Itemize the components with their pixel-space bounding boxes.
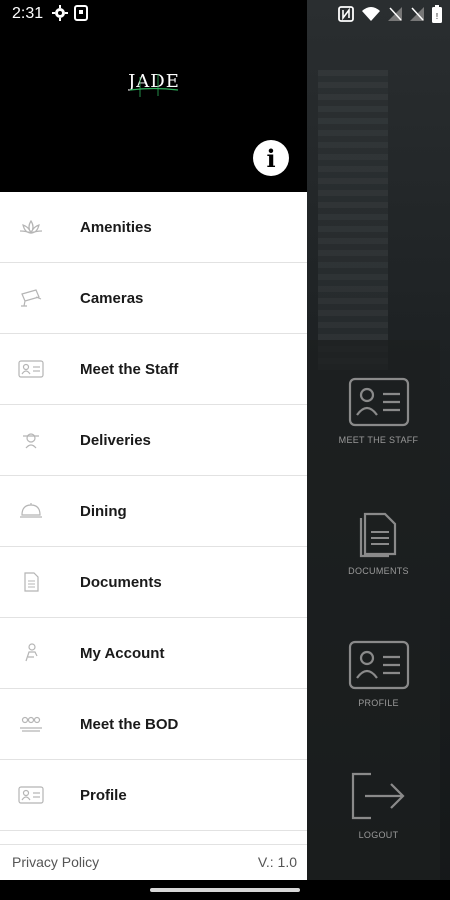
- camera-icon: [21, 289, 42, 307]
- menu-item-documents[interactable]: Documents: [0, 547, 307, 618]
- bg-profile[interactable]: PROFILE: [307, 640, 450, 708]
- info-icon: i: [266, 144, 276, 173]
- logout-icon: [351, 772, 405, 820]
- bg-logout-label: LOGOUT: [358, 830, 399, 840]
- menu-item-dining[interactable]: Dining: [0, 476, 307, 547]
- menu-item-label: Dining: [80, 502, 127, 520]
- screen-record-icon: [74, 5, 88, 21]
- status-bar: 2:31 !: [0, 0, 450, 28]
- account-icon: [25, 643, 38, 662]
- home-gesture-handle[interactable]: [150, 888, 300, 892]
- menu-item-cameras[interactable]: Cameras: [0, 263, 307, 334]
- system-navigation-bar: [0, 880, 450, 900]
- navigation-drawer: JADE i Amenities Cameras Meet the Staff …: [0, 0, 307, 900]
- drawer-footer: Privacy Policy V.: 1.0: [0, 844, 307, 881]
- menu-item-label: Deliveries: [80, 431, 151, 449]
- bg-meet-the-staff-label: MEET THE STAFF: [338, 435, 419, 445]
- jade-logo: JADE: [128, 71, 179, 97]
- menu-item-profile[interactable]: Profile: [0, 760, 307, 831]
- document-icon: [24, 572, 39, 592]
- menu-item-deliveries[interactable]: Deliveries: [0, 405, 307, 476]
- status-time: 2:31: [12, 5, 44, 22]
- bg-logout[interactable]: LOGOUT: [307, 770, 450, 840]
- info-button[interactable]: i: [253, 140, 289, 176]
- drawer-menu: Amenities Cameras Meet the Staff Deliver…: [0, 192, 307, 831]
- building-image: [318, 70, 388, 370]
- svg-text:!: !: [436, 12, 438, 21]
- menu-item-label: Cameras: [80, 289, 144, 307]
- profile-card-icon: [18, 786, 44, 804]
- lotus-icon: [19, 219, 43, 235]
- battery-icon: !: [432, 5, 442, 23]
- settings-icon: [52, 5, 68, 21]
- drawer-header: JADE i: [0, 0, 307, 192]
- privacy-policy-link[interactable]: Privacy Policy: [12, 854, 99, 870]
- id-card-icon: [18, 360, 44, 378]
- wifi-icon: [362, 7, 380, 21]
- bg-documents[interactable]: DOCUMENTS: [307, 510, 450, 576]
- menu-item-meet-the-staff[interactable]: Meet the Staff: [0, 334, 307, 405]
- nfc-icon: [338, 6, 354, 22]
- delivery-icon: [23, 433, 39, 449]
- menu-item-amenities[interactable]: Amenities: [0, 192, 307, 263]
- menu-item-label: Documents: [80, 573, 162, 591]
- cloche-icon: [20, 503, 42, 518]
- menu-item-my-account[interactable]: My Account: [0, 618, 307, 689]
- group-icon: [20, 716, 42, 732]
- menu-item-label: Amenities: [80, 218, 152, 236]
- no-signal-icon: [388, 7, 402, 21]
- menu-item-label: My Account: [80, 644, 165, 662]
- bg-documents-label: DOCUMENTS: [348, 566, 409, 576]
- id-card-icon: [348, 640, 409, 690]
- menu-item-meet-the-bod[interactable]: Meet the BOD: [0, 689, 307, 760]
- no-signal-icon: [410, 7, 424, 21]
- menu-item-label: Meet the BOD: [80, 715, 179, 733]
- version-label: V.: 1.0: [257, 854, 297, 870]
- bg-profile-label: PROFILE: [358, 698, 399, 708]
- menu-item-label: Profile: [80, 786, 127, 804]
- document-icon: [359, 512, 396, 558]
- menu-item-label: Meet the Staff: [80, 360, 179, 378]
- bg-meet-the-staff[interactable]: MEET THE STAFF: [307, 377, 450, 445]
- id-card-icon: [348, 377, 409, 427]
